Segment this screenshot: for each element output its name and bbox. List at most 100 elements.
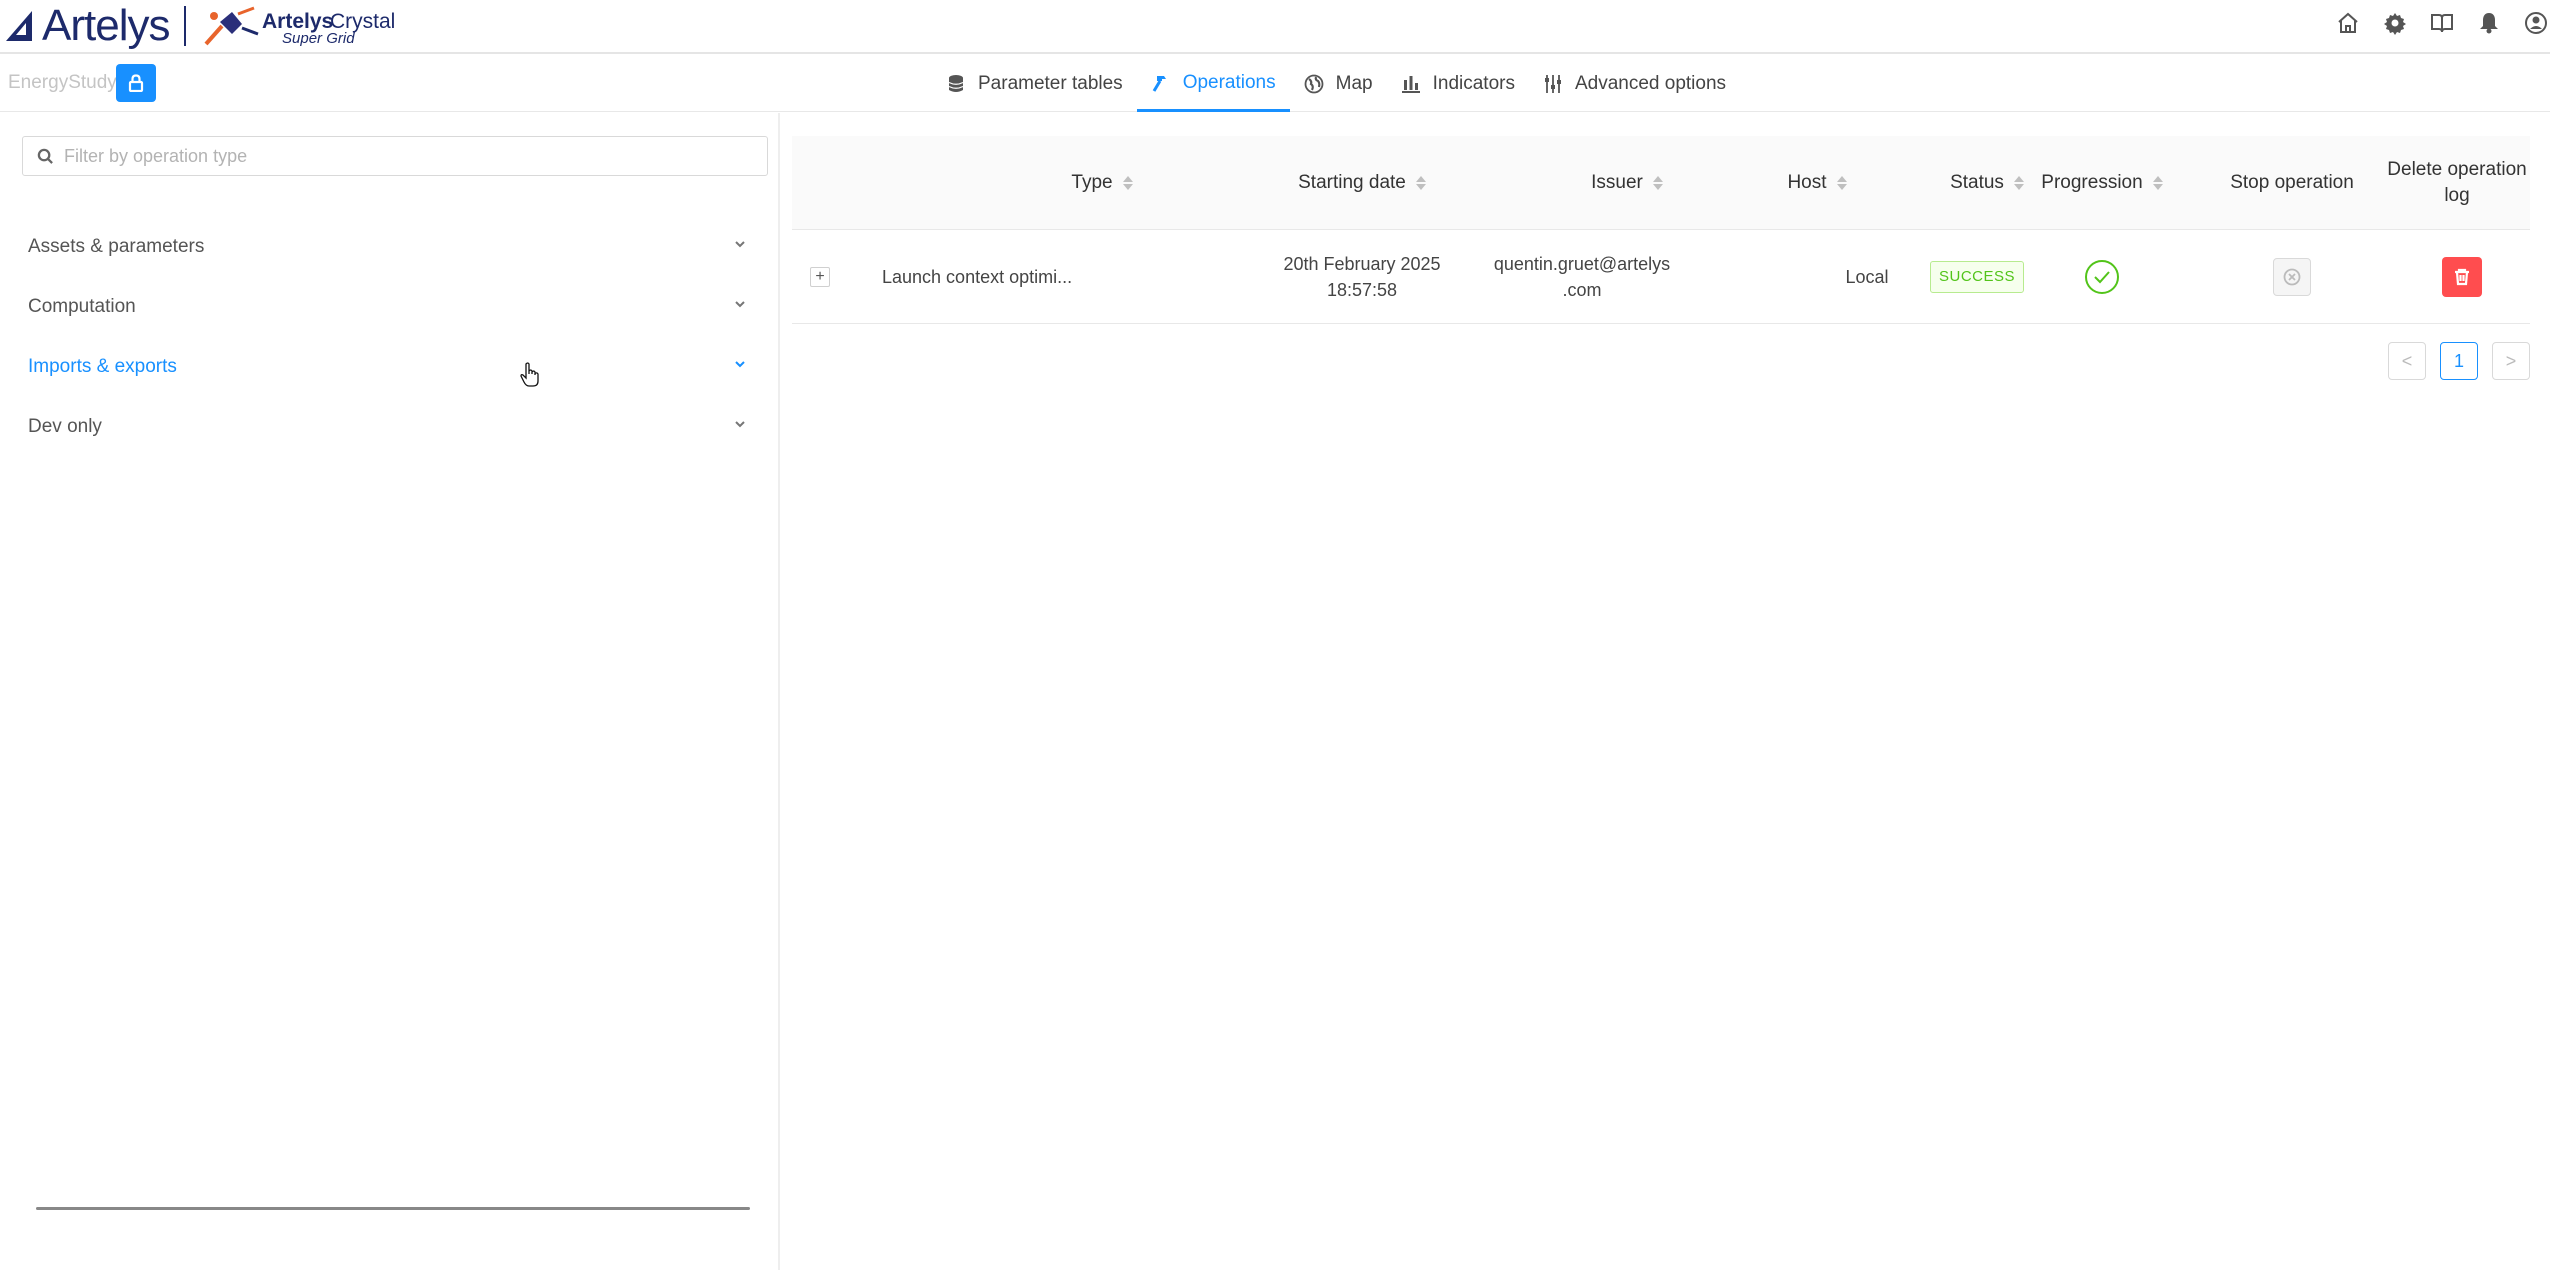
column-title-line2: log — [2444, 185, 2470, 206]
tab-advanced-options[interactable]: Advanced options — [1529, 56, 1740, 112]
tab-indicators[interactable]: Indicators — [1387, 56, 1529, 112]
tab-label: Parameter tables — [978, 73, 1123, 94]
column-header-stop-operation: Stop operation — [2192, 136, 2392, 230]
sort-icon — [2152, 176, 2163, 190]
bell-icon[interactable] — [2477, 10, 2501, 36]
sort-icon — [1652, 176, 1663, 190]
trash-icon — [2455, 268, 2469, 286]
table-header: Type Starting date Issuer Host Status Pr… — [792, 136, 2530, 230]
column-title: Starting date — [1298, 172, 1406, 193]
column-header-delete-log: Delete operation log — [2382, 136, 2532, 230]
lock-icon — [128, 74, 144, 92]
operation-type: Launch context optimi... — [882, 267, 1073, 287]
logo-separator — [184, 6, 186, 46]
column-header-progression[interactable]: Progression — [2002, 136, 2202, 230]
delete-operation-log-button[interactable] — [2442, 257, 2482, 297]
column-header-type[interactable]: Type — [1002, 136, 1202, 230]
gear-icon[interactable] — [2383, 10, 2407, 36]
start-date: 20th February 2025 — [1283, 254, 1441, 274]
issuer-line1: quentin.gruet@artelys — [1493, 254, 1671, 274]
category-assets-parameters[interactable]: Assets & parameters — [28, 227, 748, 267]
cell-status: SUCCESS — [1892, 230, 2062, 324]
horizontal-scrollbar[interactable] — [36, 1207, 750, 1210]
pagination-prev-button[interactable]: < — [2388, 342, 2426, 380]
artelys-wordmark: Artelys — [42, 1, 170, 50]
stop-operation-button[interactable] — [2273, 258, 2311, 296]
cell-progression — [2062, 230, 2142, 324]
pagination-next-button[interactable]: > — [2492, 342, 2530, 380]
tab-label: Map — [1335, 73, 1373, 94]
crystal-logo-sub: Super Grid — [282, 30, 355, 47]
category-label: Computation — [28, 296, 136, 317]
chevron-down-icon — [732, 236, 748, 258]
start-time: 18:57:58 — [1326, 280, 1398, 300]
category-dev-only[interactable]: Dev only — [28, 407, 748, 447]
cell-issuer: quentin.gruet@artelys .com — [1472, 230, 1692, 324]
cell-starting-date: 20th February 2025 18:57:58 — [1242, 230, 1482, 324]
book-icon[interactable] — [2430, 10, 2454, 36]
chevron-down-icon — [732, 296, 748, 318]
column-title: Progression — [2041, 172, 2143, 193]
tab-label: Advanced options — [1574, 73, 1727, 94]
column-title: Stop operation — [2230, 172, 2354, 193]
column-header-starting-date[interactable]: Starting date — [1242, 136, 1482, 230]
tab-map[interactable]: Map — [1290, 56, 1387, 112]
header-icons — [2336, 10, 2550, 36]
home-icon[interactable] — [2336, 10, 2360, 36]
category-imports-exports[interactable]: Imports & exports — [28, 347, 748, 387]
column-title-line1: Delete operation — [2387, 159, 2527, 180]
filter-input[interactable] — [64, 145, 744, 167]
database-icon — [948, 75, 964, 92]
filter-operation-type[interactable] — [22, 136, 768, 176]
sort-icon — [1836, 176, 1847, 190]
column-title: Host — [1787, 172, 1827, 193]
host-value: Local — [1845, 267, 1889, 287]
main-tabs: Parameter tables Operations Map Indicato… — [932, 56, 1740, 112]
expand-cell: + — [808, 230, 832, 324]
hand-cursor-icon — [520, 362, 539, 387]
tab-label: Operations — [1182, 71, 1276, 93]
pagination-page-1[interactable]: 1 — [2440, 342, 2478, 380]
category-label: Imports & exports — [28, 356, 177, 377]
column-title: Status — [1950, 172, 2004, 193]
table-row: + Launch context optimi... 20th February… — [792, 230, 2530, 324]
sliders-icon — [1544, 75, 1561, 93]
crystal-supergrid-logo: Artelys Crystal Super Grid — [200, 4, 400, 50]
sort-icon — [1122, 176, 1133, 190]
category-label: Dev only — [28, 416, 102, 437]
cell-type: Launch context optimi... — [882, 230, 1102, 324]
artelys-logo[interactable]: Artelys — [4, 1, 170, 50]
tab-operations[interactable]: Operations — [1136, 56, 1290, 112]
sort-icon — [1415, 176, 1426, 190]
search-icon — [37, 148, 53, 164]
category-label: Assets & parameters — [28, 236, 205, 257]
lock-study-button[interactable] — [116, 64, 156, 102]
cell-stop-operation — [2242, 230, 2342, 324]
top-header: Artelys Artelys Crystal Super Grid — [0, 0, 2550, 54]
pagination: < 1 > — [2388, 342, 2530, 380]
category-computation[interactable]: Computation — [28, 287, 748, 327]
cell-delete-log — [2412, 230, 2512, 324]
expand-row-button[interactable]: + — [810, 267, 830, 287]
navigation-bar: EnergyStudy Parameter tables Operations … — [0, 56, 2550, 112]
column-header-host[interactable]: Host — [1732, 136, 1902, 230]
close-circle-icon — [2283, 268, 2301, 286]
user-icon[interactable] — [2524, 10, 2548, 36]
chevron-down-icon — [732, 416, 748, 438]
tab-label: Indicators — [1432, 73, 1515, 94]
globe-icon — [1304, 74, 1324, 94]
operation-types-panel: Assets & parameters Computation Imports … — [0, 113, 780, 1270]
column-title: Type — [1071, 172, 1113, 193]
column-header-issuer[interactable]: Issuer — [1522, 136, 1732, 230]
chevron-down-icon — [732, 356, 748, 378]
issuer-line2: .com — [1562, 280, 1602, 300]
study-name: EnergyStudy — [8, 72, 117, 93]
hammer-icon — [1152, 75, 1166, 92]
check-circle-icon — [2085, 260, 2119, 294]
bar-chart-icon — [1401, 76, 1420, 93]
artelys-logo-mark — [6, 11, 32, 41]
status-badge: SUCCESS — [1929, 261, 2025, 293]
crystal-logo-mark — [204, 6, 259, 46]
column-title: Issuer — [1591, 172, 1643, 193]
tab-parameter-tables[interactable]: Parameter tables — [932, 56, 1137, 112]
